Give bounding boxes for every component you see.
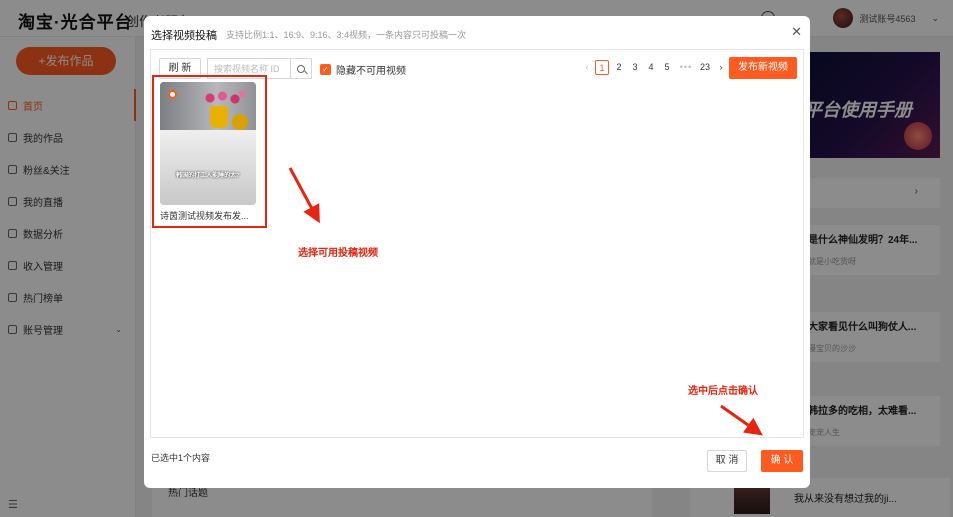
modal-subtitle: 支持比例1:1、16:9、9:16、3:4视频，一条内容只可投稿一次 bbox=[226, 30, 467, 40]
pagination: ‹ 1 2 3 4 5 ••• 23 › bbox=[579, 60, 729, 75]
page-item[interactable]: 2 bbox=[611, 60, 627, 75]
confirm-button[interactable]: 确 认 bbox=[761, 450, 803, 472]
page-item[interactable]: 5 bbox=[659, 60, 675, 75]
next-page-icon[interactable]: › bbox=[713, 60, 729, 75]
search-button[interactable] bbox=[290, 58, 312, 79]
modal-header: 选择视频投稿 支持比例1:1、16:9、9:16、3:4视频，一条内容只可投稿一… bbox=[144, 16, 810, 50]
search-icon bbox=[297, 64, 305, 73]
flowers-image bbox=[200, 88, 250, 108]
annotation-select-video: 选择可用投稿视频 bbox=[298, 248, 378, 259]
video-title: 诗茵测试视频发布发... bbox=[160, 211, 249, 221]
modal-footer: 已选中1个内容 取 消 确 认 bbox=[144, 438, 810, 488]
page-last[interactable]: 23 bbox=[697, 60, 713, 75]
page-item[interactable]: 3 bbox=[627, 60, 643, 75]
page-ellipsis[interactable]: ••• bbox=[675, 60, 697, 75]
page-current[interactable]: 1 bbox=[595, 60, 609, 75]
modal-title: 选择视频投稿 bbox=[151, 30, 217, 42]
radio-selected-icon[interactable] bbox=[168, 90, 177, 99]
hide-unavailable-label: 隐藏不可用视频 bbox=[336, 66, 406, 77]
select-video-modal: 选择视频投稿 支持比例1:1、16:9、9:16、3:4视频，一条内容只可投稿一… bbox=[144, 16, 810, 488]
video-list-panel: 刷 新 ✓ 隐藏不可用视频 ‹ 1 2 3 4 5 ••• 23 › 发布新视频 bbox=[150, 49, 804, 438]
selected-count: 已选中1个内容 bbox=[151, 453, 211, 463]
video-thumbnail[interactable]: 韩国的打工人能睡的太? bbox=[160, 82, 256, 205]
checkbox-checked-icon[interactable]: ✓ bbox=[320, 64, 331, 75]
publish-new-video-button[interactable]: 发布新视频 bbox=[729, 57, 797, 79]
prev-page-icon[interactable]: ‹ bbox=[579, 60, 595, 75]
cancel-button[interactable]: 取 消 bbox=[707, 450, 747, 472]
page-item[interactable]: 4 bbox=[643, 60, 659, 75]
hide-unavailable-toggle[interactable]: ✓ 隐藏不可用视频 bbox=[320, 62, 406, 77]
video-card[interactable]: 韩国的打工人能睡的太? 诗茵测试视频发布发... bbox=[152, 75, 267, 228]
annotation-confirm: 选中后点击确认 bbox=[688, 386, 758, 397]
close-icon[interactable]: ✕ bbox=[791, 24, 802, 40]
video-caption: 韩国的打工人能睡的太? bbox=[176, 173, 240, 179]
